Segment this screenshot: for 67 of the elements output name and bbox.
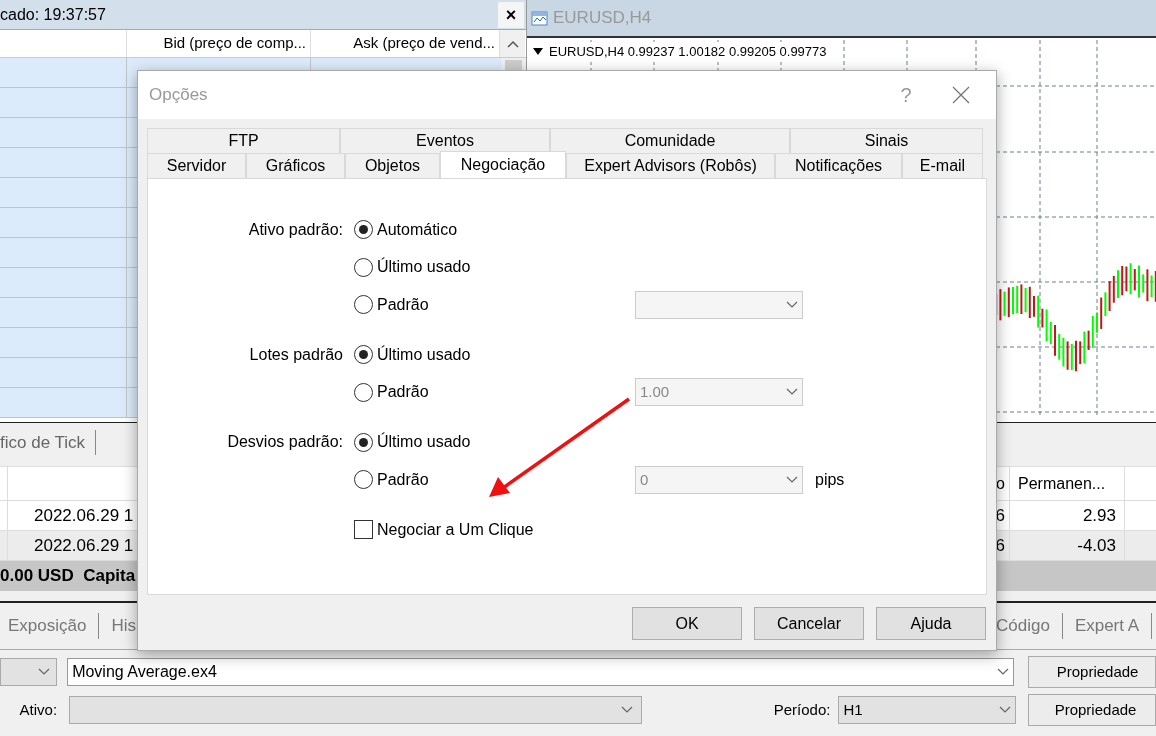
radio-label: Padrão <box>377 382 429 403</box>
tab[interactable]: Eventos <box>340 128 550 153</box>
tab[interactable]: Objetos <box>345 153 440 178</box>
tab[interactable]: Exposição <box>8 613 100 639</box>
tab[interactable]: Sinais <box>790 128 983 153</box>
chevron-down-icon <box>996 668 1009 676</box>
tab[interactable]: Servidor <box>147 153 246 178</box>
close-icon <box>952 86 970 104</box>
chevron-down-icon <box>620 706 633 714</box>
tab[interactable]: Comunidade <box>550 128 790 153</box>
tab[interactable]: Gráficos <box>246 153 345 178</box>
table-cell-text: 2022.06.29 1 <box>34 504 134 527</box>
chevron-down-icon <box>998 706 1011 714</box>
group-label: Desvios padrão: <box>227 433 343 451</box>
chart-info: EURUSD,H4 0.99237 1.00182 0.99205 0.99773 <box>549 43 827 61</box>
chevron-down-icon <box>38 668 51 676</box>
table-cell-text: 2022.06.29 1 <box>34 534 134 557</box>
group-label: Ativo padrão: <box>248 220 343 238</box>
field-label: Ativo: <box>18 699 59 720</box>
chevron-down-icon <box>786 475 798 484</box>
account-summary: 0.00 USD Capita <box>0 565 136 588</box>
unit-label: pips <box>815 469 845 490</box>
checkbox[interactable] <box>354 520 373 540</box>
field-label: Período: <box>772 699 832 720</box>
tab[interactable]: fico de Tick <box>0 429 97 456</box>
radio-button[interactable] <box>354 220 373 240</box>
chevron-up-icon <box>506 39 519 48</box>
radio-button[interactable] <box>354 382 373 402</box>
radio-label: Último usado <box>377 344 471 365</box>
radio-button[interactable] <box>354 257 373 277</box>
close-button[interactable]: × <box>498 1 524 28</box>
tab[interactable]: Negociação <box>440 151 566 178</box>
radio-label: Padrão <box>377 469 429 490</box>
table-cell-text: -4.03 <box>1077 534 1116 557</box>
dialog-button[interactable]: Ajuda <box>876 607 986 640</box>
radio-label: Automático <box>377 219 458 240</box>
chevron-down-icon <box>786 300 798 309</box>
properties-button[interactable]: Propriedade <box>1027 656 1156 688</box>
dialog-button[interactable]: Cancelar <box>754 607 864 640</box>
tab[interactable]: Expert Advisors (Robôs) <box>566 153 775 178</box>
panel-title: cado: 19:37:57 <box>0 4 106 25</box>
radio-label: Último usado <box>377 431 471 453</box>
group-label: Lotes padrão <box>249 345 343 363</box>
table-cell-text: 2.93 <box>1082 504 1116 527</box>
radio-button[interactable] <box>354 470 373 490</box>
radio-button[interactable] <box>354 432 373 452</box>
column-header[interactable]: o <box>996 471 1009 496</box>
chart-title: EURUSD,H4 <box>553 7 652 30</box>
tab[interactable]: Expert A <box>1074 613 1153 639</box>
column-header[interactable]: Permanen... <box>1018 471 1106 496</box>
radio-label: Último usado <box>377 256 471 278</box>
chart-window-icon <box>531 9 549 27</box>
properties-button[interactable]: Propriedade <box>1027 694 1156 726</box>
radio-label: Padrão <box>377 294 429 315</box>
tab[interactable]: FTP <box>147 128 340 153</box>
expert-dropdown[interactable]: Moving Average.ex4 <box>67 658 1014 686</box>
dialog-button[interactable]: OK <box>632 607 742 640</box>
period-dropdown[interactable]: H1 <box>838 696 1016 724</box>
dropdown-triangle-icon[interactable] <box>533 48 543 56</box>
checkbox-label: Negociar a Um Clique <box>377 519 534 540</box>
radio-button[interactable] <box>354 345 373 365</box>
chevron-down-icon <box>786 388 798 397</box>
radio-button[interactable] <box>354 295 373 315</box>
column-header[interactable]: Bid (preço de comp... <box>127 30 311 57</box>
tab[interactable]: E-mail <box>902 153 983 178</box>
dialog-title: Opções <box>148 84 208 107</box>
tab[interactable]: Notificações <box>775 153 902 178</box>
